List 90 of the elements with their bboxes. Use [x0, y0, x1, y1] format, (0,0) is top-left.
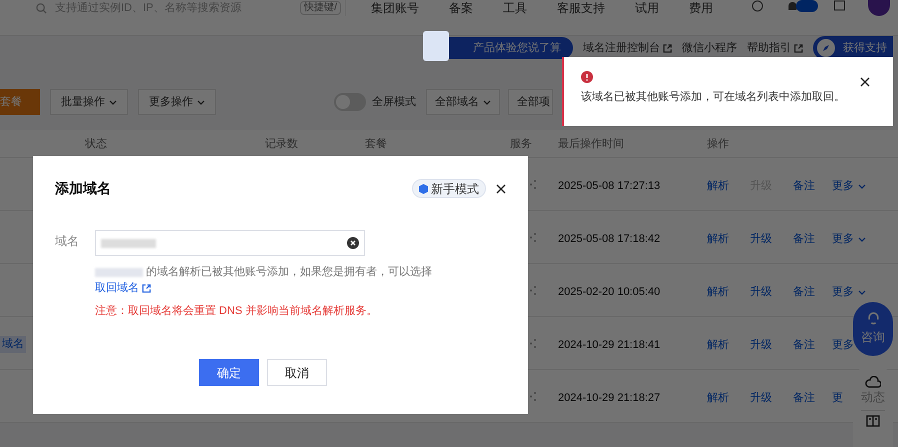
action-link[interactable]: 解析 [707, 178, 729, 194]
toast-message: 该域名已被其他账号添加，可在域名列表中添加取回。 [581, 90, 846, 105]
share-icon [530, 286, 536, 295]
column-header: 套餐 [365, 137, 387, 152]
dropdown-button[interactable]: 批量操作 [50, 89, 128, 115]
caret-icon [109, 100, 117, 104]
close-button[interactable] [860, 77, 870, 87]
time-cell-text: 2025-05-08 17:27:13 [558, 179, 660, 194]
action-link[interactable]: 更 [832, 390, 843, 406]
redacted-domain [95, 268, 143, 276]
confirm-button[interactable]: 确定 [199, 359, 259, 386]
action-link[interactable]: 更多 [832, 337, 854, 354]
action-link[interactable]: 升级 [750, 231, 772, 248]
nav-link[interactable]: 域名注册控制台 [583, 40, 672, 56]
time-cell-text: 2025-02-20 10:05:40 [558, 285, 660, 300]
close-button[interactable] [496, 184, 506, 194]
action-link[interactable]: 备注 [793, 284, 815, 300]
book-icon[interactable] [866, 415, 880, 428]
redacted-value [101, 238, 156, 248]
column-header: 最后操作时间 [558, 137, 624, 152]
action-link[interactable]: 备注 [793, 337, 815, 354]
reclaim-link[interactable]: 取回域名 [95, 280, 151, 296]
domain-input[interactable] [95, 230, 365, 256]
column-header: 状态 [85, 136, 107, 152]
action-link[interactable]: 解析 [707, 284, 729, 300]
avatar[interactable] [868, 0, 890, 16]
action-link[interactable]: 解析 [707, 231, 729, 248]
column-header: 操作 [707, 137, 729, 152]
conflict-message: 的域名解析已被其他账号添加，如果您是拥有者，可以选择 [146, 265, 432, 280]
headset-icon [866, 312, 880, 326]
warning-text: 注意：取回域名将会重置 DNS 并影响当前域名解析服务。 [95, 304, 378, 319]
nav-item[interactable]: 工具 [503, 0, 527, 16]
caret-icon [483, 100, 491, 104]
action-link[interactable]: 升级 [750, 390, 772, 406]
document-drawing [423, 31, 449, 61]
caret-icon [858, 290, 866, 295]
caret-icon [858, 184, 866, 189]
search-icon [36, 2, 47, 14]
cube-icon [419, 184, 428, 194]
external-link-icon [794, 44, 803, 52]
action-link[interactable]: 备注 [793, 390, 815, 406]
share-icon [530, 392, 536, 401]
caret-icon [858, 236, 866, 242]
toggle-label: 全屏模式 [372, 94, 416, 110]
action-link[interactable]: 解析 [707, 337, 729, 354]
action-link[interactable]: 备注 [793, 178, 815, 194]
field-label: 域名 [55, 233, 80, 250]
bell-icon[interactable] [786, 0, 799, 12]
time-cell-text: 2024-10-29 21:18:27 [558, 391, 660, 406]
share-icon [530, 180, 536, 189]
column-header: 服务 [510, 137, 532, 152]
time-cell-text: 2024-10-29 21:18:41 [558, 338, 660, 353]
external-link-icon [663, 44, 672, 52]
package-button[interactable]: 套餐 [0, 89, 40, 115]
action-link[interactable]: 解析 [707, 390, 729, 406]
circle-icon[interactable] [751, 0, 764, 12]
domain-tag: 域名 [0, 336, 26, 352]
cloud-icon [865, 376, 881, 388]
share-icon [530, 233, 536, 242]
dialog-title: 添加域名 [55, 179, 111, 198]
nav-item[interactable]: 试用 [635, 0, 659, 16]
column-header: 记录数 [265, 137, 298, 152]
shortcut-hint: 快捷键/ [300, 1, 341, 15]
nav-item[interactable]: 客服支持 [557, 0, 605, 16]
nav-link[interactable]: 微信小程序 [682, 40, 737, 56]
nav-item[interactable]: 费用 [689, 0, 713, 16]
close-icon [860, 77, 870, 87]
action-link[interactable]: 升级 [750, 337, 772, 354]
dropdown-button[interactable]: 更多操作 [138, 89, 216, 115]
filter-dropdown[interactable]: 全部项 [508, 89, 553, 115]
caret-icon [197, 100, 205, 104]
nav-item[interactable]: 备案 [449, 0, 473, 16]
error-icon [581, 71, 593, 83]
nav-link[interactable]: 帮助指引 [747, 40, 803, 56]
share-icon [530, 339, 536, 348]
device-icon[interactable] [833, 0, 846, 12]
action-link[interactable]: 更多 [832, 284, 866, 300]
action-link[interactable]: 更多 [832, 178, 866, 194]
action-link[interactable]: 更多 [832, 231, 866, 248]
clear-icon[interactable] [347, 237, 359, 249]
close-icon [496, 184, 506, 194]
time-cell-text: 2025-05-08 17:18:42 [558, 232, 660, 247]
action-link[interactable]: 升级 [750, 284, 772, 300]
external-link-icon [142, 284, 151, 292]
cancel-button[interactable]: 取消 [267, 359, 327, 386]
action-link[interactable]: 备注 [793, 231, 815, 248]
filter-dropdown[interactable]: 全部域名 [426, 89, 500, 115]
mode-badge[interactable]: 新手模式 [412, 179, 486, 198]
notification-badge [796, 0, 818, 12]
nav-item[interactable]: 集团账号 [371, 0, 419, 16]
